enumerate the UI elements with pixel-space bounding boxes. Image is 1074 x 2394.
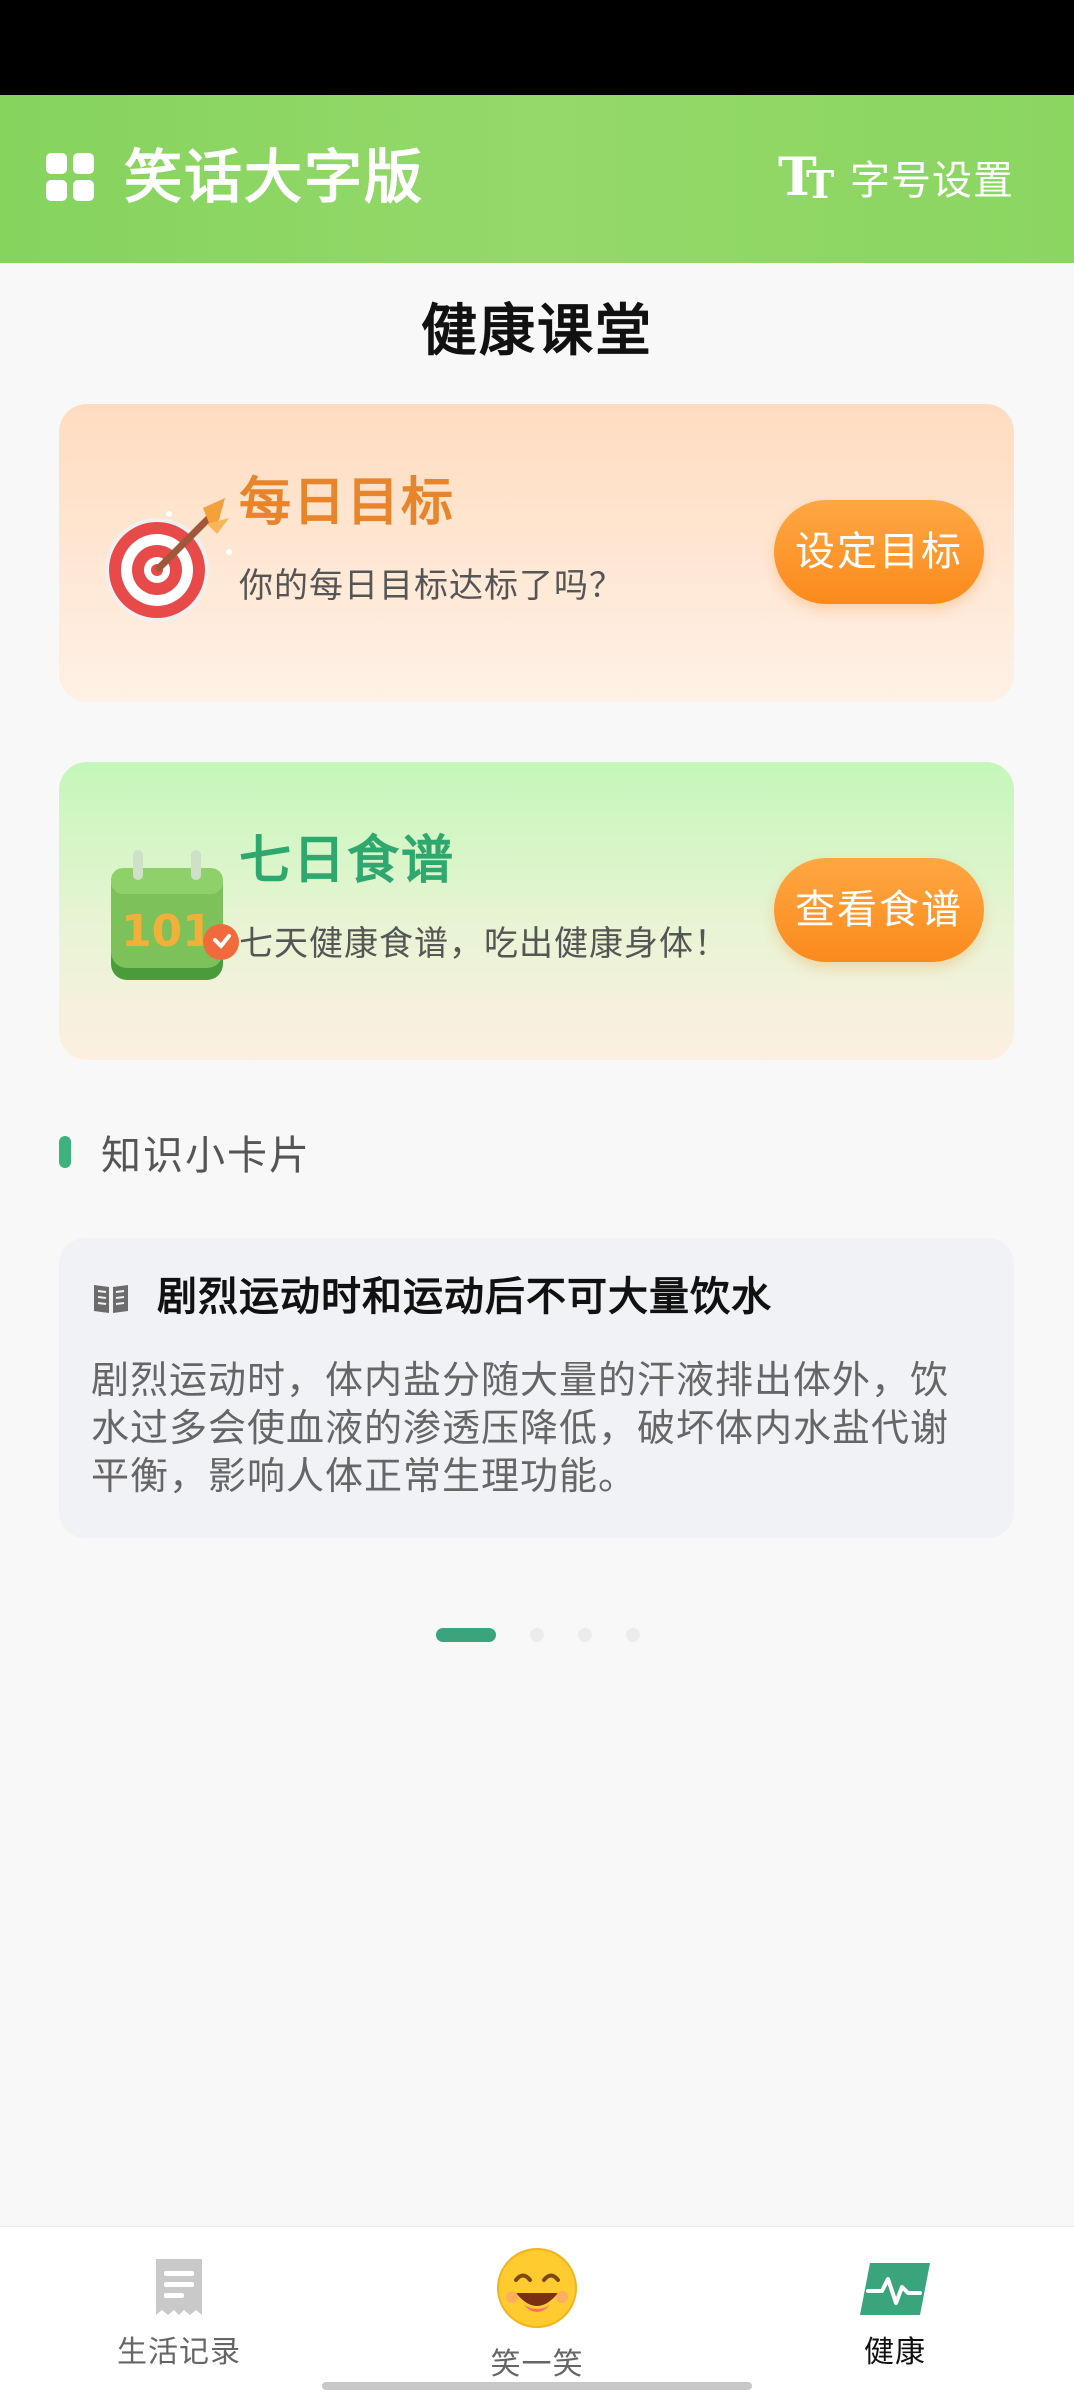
- pager-dot[interactable]: [578, 1628, 592, 1642]
- nav-label-life-record: 生活记录: [117, 2335, 241, 2370]
- target-icon: [105, 498, 232, 622]
- calendar-icon: 101: [111, 850, 239, 980]
- bottom-nav: 生活记录 笑一笑 健康: [0, 2226, 1074, 2394]
- knowledge-title: 剧烈运动时和运动后不可大量饮水: [157, 1274, 772, 1320]
- screen: 笑话大字版 TT 字号设置 健康课堂 每日目标 你的每日目标达标了吗？ 设定目标: [0, 0, 1074, 2394]
- pager-dot[interactable]: [530, 1628, 544, 1642]
- recipe-subtitle: 七天健康食谱，吃出健康身体！: [239, 924, 729, 964]
- font-size-setting-button[interactable]: TT 字号设置: [778, 147, 1014, 207]
- pager-dot[interactable]: [436, 1628, 496, 1642]
- section-accent-bar: [59, 1136, 71, 1168]
- nav-label-health: 健康: [864, 2335, 926, 2370]
- set-goal-button[interactable]: 设定目标: [774, 500, 984, 604]
- knowledge-section-header: 知识小卡片: [59, 1122, 311, 1182]
- view-recipe-button[interactable]: 查看食谱: [774, 858, 984, 962]
- font-size-icon: TT: [778, 147, 835, 208]
- status-bar: [0, 0, 1074, 95]
- home-indicator[interactable]: [322, 2382, 752, 2390]
- nav-label-laugh: 笑一笑: [490, 2347, 584, 2382]
- seven-day-recipe-card[interactable]: 101 七日食谱 七天健康食谱，吃出健康身体！ 查看食谱: [59, 762, 1014, 1060]
- grid-menu-icon[interactable]: [46, 153, 96, 203]
- daily-goal-title: 每日目标: [239, 473, 456, 533]
- svg-text:101: 101: [121, 906, 213, 957]
- daily-goal-subtitle: 你的每日目标达标了吗？: [239, 566, 624, 606]
- knowledge-body: 剧烈运动时，体内盐分随大量的汗液排出体外，饮水过多会使血液的渗透压降低，破坏体内…: [91, 1358, 950, 1498]
- nav-item-laugh[interactable]: 笑一笑: [387, 2227, 687, 2394]
- nav-item-health[interactable]: 健康: [745, 2227, 1045, 2394]
- daily-goal-card[interactable]: 每日目标 你的每日目标达标了吗？ 设定目标: [59, 404, 1014, 702]
- health-pulse-icon: [860, 2263, 930, 2315]
- recipe-title: 七日食谱: [239, 831, 456, 891]
- app-header: 笑话大字版 TT 字号设置: [0, 95, 1074, 263]
- book-icon: [94, 1285, 128, 1313]
- receipt-icon: [156, 2259, 202, 2315]
- knowledge-section-label: 知识小卡片: [101, 1133, 311, 1179]
- knowledge-card[interactable]: 剧烈运动时和运动后不可大量饮水 剧烈运动时，体内盐分随大量的汗液排出体外，饮水过…: [59, 1238, 1014, 1538]
- font-setting-label: 字号设置: [850, 158, 1014, 204]
- app-title: 笑话大字版: [124, 143, 425, 211]
- laughing-face-icon: [497, 2248, 577, 2328]
- pager-dot[interactable]: [626, 1628, 640, 1642]
- page-title: 健康课堂: [421, 299, 653, 364]
- nav-item-life-record[interactable]: 生活记录: [29, 2227, 329, 2394]
- knowledge-pager[interactable]: [436, 1628, 640, 1642]
